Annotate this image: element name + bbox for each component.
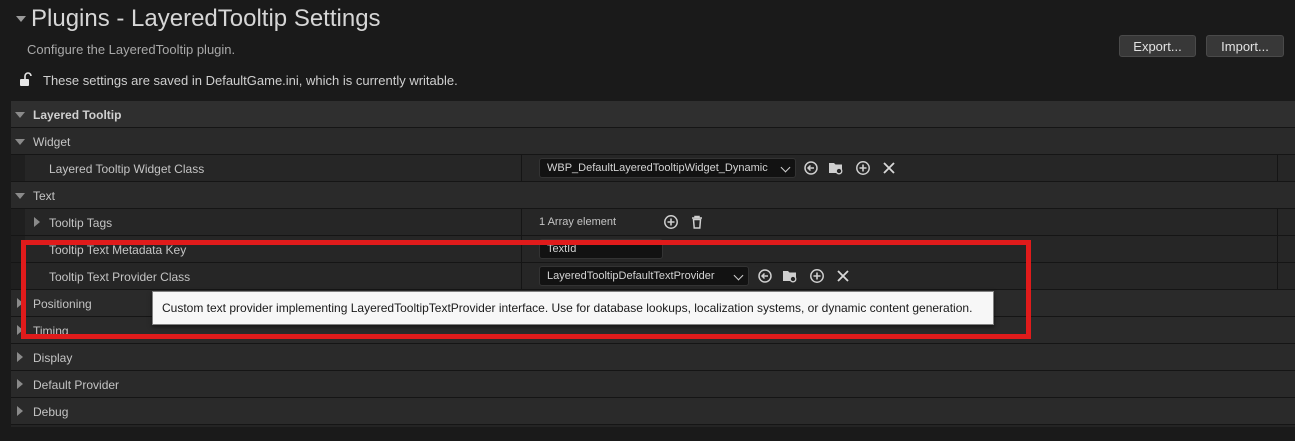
section-label: Timing: [33, 324, 69, 338]
page-subtitle: Configure the LayeredTooltip plugin.: [27, 42, 236, 57]
metadata-key-input[interactable]: TextId: [539, 239, 663, 259]
column-divider: [1277, 155, 1278, 181]
property-row-widget-class: Layered Tooltip Widget Class WBP_Default…: [11, 155, 1295, 182]
collapse-header-icon[interactable]: [16, 16, 26, 22]
section-default-provider[interactable]: Default Provider: [11, 371, 1295, 398]
add-element-icon[interactable]: [663, 214, 679, 230]
provider-class-dropdown[interactable]: LayeredTooltipDefaultTextProvider: [539, 266, 749, 286]
property-label: Layered Tooltip Widget Class: [49, 162, 205, 176]
expand-arrow-icon[interactable]: [15, 112, 25, 118]
indent-guide: [11, 209, 25, 235]
indent-guide: [11, 263, 25, 289]
expand-arrow-icon[interactable]: [17, 298, 23, 308]
section-widget[interactable]: Widget: [11, 128, 1295, 155]
column-divider[interactable]: [521, 236, 522, 262]
chevron-down-icon: [733, 270, 744, 281]
column-divider: [1277, 209, 1278, 235]
trash-icon[interactable]: [689, 214, 705, 230]
column-divider[interactable]: [521, 263, 522, 289]
input-value: TextId: [547, 243, 577, 255]
property-label: Tooltip Tags: [49, 216, 113, 230]
section-label: Display: [33, 351, 73, 365]
browse-asset-icon[interactable]: [828, 160, 844, 176]
property-row-tooltip-tags: Tooltip Tags 1 Array element: [11, 209, 1295, 236]
section-label: Text: [33, 189, 56, 203]
clear-icon[interactable]: [881, 160, 897, 176]
category-label: Layered Tooltip: [33, 108, 122, 122]
property-tooltip: Custom text provider implementing Layere…: [152, 291, 994, 325]
indent-guide: [11, 236, 25, 262]
section-display[interactable]: Display: [11, 344, 1295, 371]
column-divider: [1277, 263, 1278, 289]
property-row-provider-class: Tooltip Text Provider Class LayeredToolt…: [11, 263, 1295, 290]
property-label: Tooltip Text Provider Class: [49, 270, 191, 284]
section-label: Widget: [33, 135, 71, 149]
browse-asset-icon[interactable]: [782, 268, 798, 284]
add-icon[interactable]: [809, 268, 825, 284]
expand-arrow-icon[interactable]: [17, 379, 23, 389]
tooltip-text: Custom text provider implementing Layere…: [162, 301, 973, 315]
dropdown-value: WBP_DefaultLayeredTooltipWidget_Dynamic: [547, 162, 768, 174]
expand-arrow-icon[interactable]: [17, 352, 23, 362]
clear-icon[interactable]: [835, 268, 851, 284]
widget-class-dropdown[interactable]: WBP_DefaultLayeredTooltipWidget_Dynamic: [539, 158, 796, 178]
config-file-info: These settings are saved in DefaultGame.…: [43, 73, 458, 88]
export-button[interactable]: Export...: [1119, 35, 1196, 57]
column-divider[interactable]: [521, 155, 522, 181]
bottom-margin: [0, 427, 1295, 441]
expand-arrow-icon[interactable]: [15, 193, 25, 199]
section-text[interactable]: Text: [11, 182, 1295, 209]
dropdown-value: LayeredTooltipDefaultTextProvider: [547, 270, 715, 282]
section-label: Positioning: [33, 297, 92, 311]
expand-arrow-icon[interactable]: [34, 217, 40, 227]
chevron-down-icon: [780, 162, 791, 173]
section-label: Default Provider: [33, 378, 120, 392]
expand-arrow-icon[interactable]: [17, 325, 23, 335]
expand-arrow-icon[interactable]: [17, 406, 23, 416]
unlocked-lock-icon: [20, 72, 32, 86]
import-button[interactable]: Import...: [1206, 35, 1284, 57]
column-divider[interactable]: [521, 209, 522, 235]
use-selected-icon[interactable]: [803, 160, 819, 176]
property-row-metadata-key: Tooltip Text Metadata Key TextId: [11, 236, 1295, 263]
indent-guide: [11, 155, 25, 181]
category-layered-tooltip[interactable]: Layered Tooltip: [11, 101, 1295, 128]
page-title: Plugins - LayeredTooltip Settings: [31, 5, 381, 32]
add-icon[interactable]: [855, 160, 871, 176]
section-label: Debug: [33, 405, 69, 419]
array-count: 1 Array element: [539, 216, 617, 228]
column-divider: [1277, 236, 1278, 262]
property-label: Tooltip Text Metadata Key: [49, 243, 187, 257]
use-selected-icon[interactable]: [757, 268, 773, 284]
section-debug[interactable]: Debug: [11, 398, 1295, 425]
expand-arrow-icon[interactable]: [15, 139, 25, 145]
